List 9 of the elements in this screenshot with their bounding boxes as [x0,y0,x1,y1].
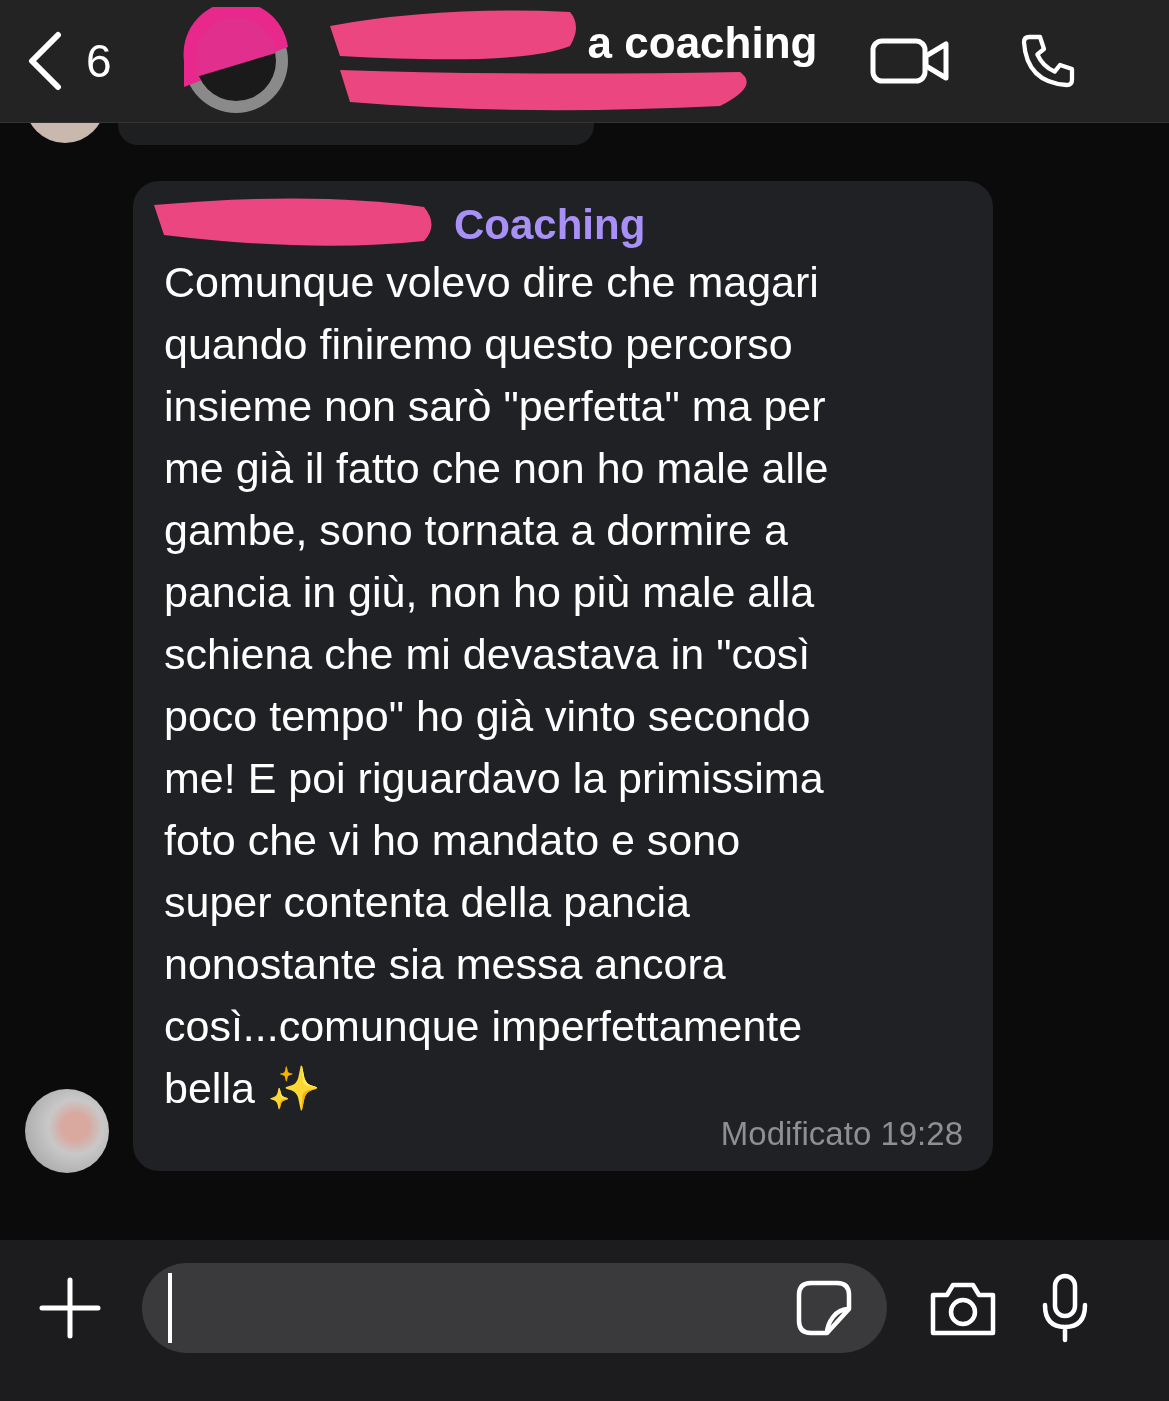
video-call-icon[interactable] [869,36,950,86]
message-timestamp: Modificato 19:28 [719,1115,963,1153]
back-button[interactable]: 6 [24,31,112,91]
message-text: Comunque volevo dire che magari quando finiremo questo percorso insieme non sarò "perfetta" ma per me già il fatto che non ho male alle gambe, sono tornata a dormire a pancia in giù, non ho più male alla schiena che mi devastava in "così poco tempo" ho già vinto secondo me! E poi riguardavo la primissima foto che vi ho mandato e sono super contenta della pancia nonostante sia messa ancora così...comunque imperfettamente bella ✨ [164,257,830,1114]
chat-title: a coaching [587,18,818,68]
sender-name: Coaching [454,201,646,249]
add-icon[interactable] [38,1275,102,1340]
sticker-icon[interactable] [795,1278,853,1337]
avatar[interactable] [181,7,290,115]
